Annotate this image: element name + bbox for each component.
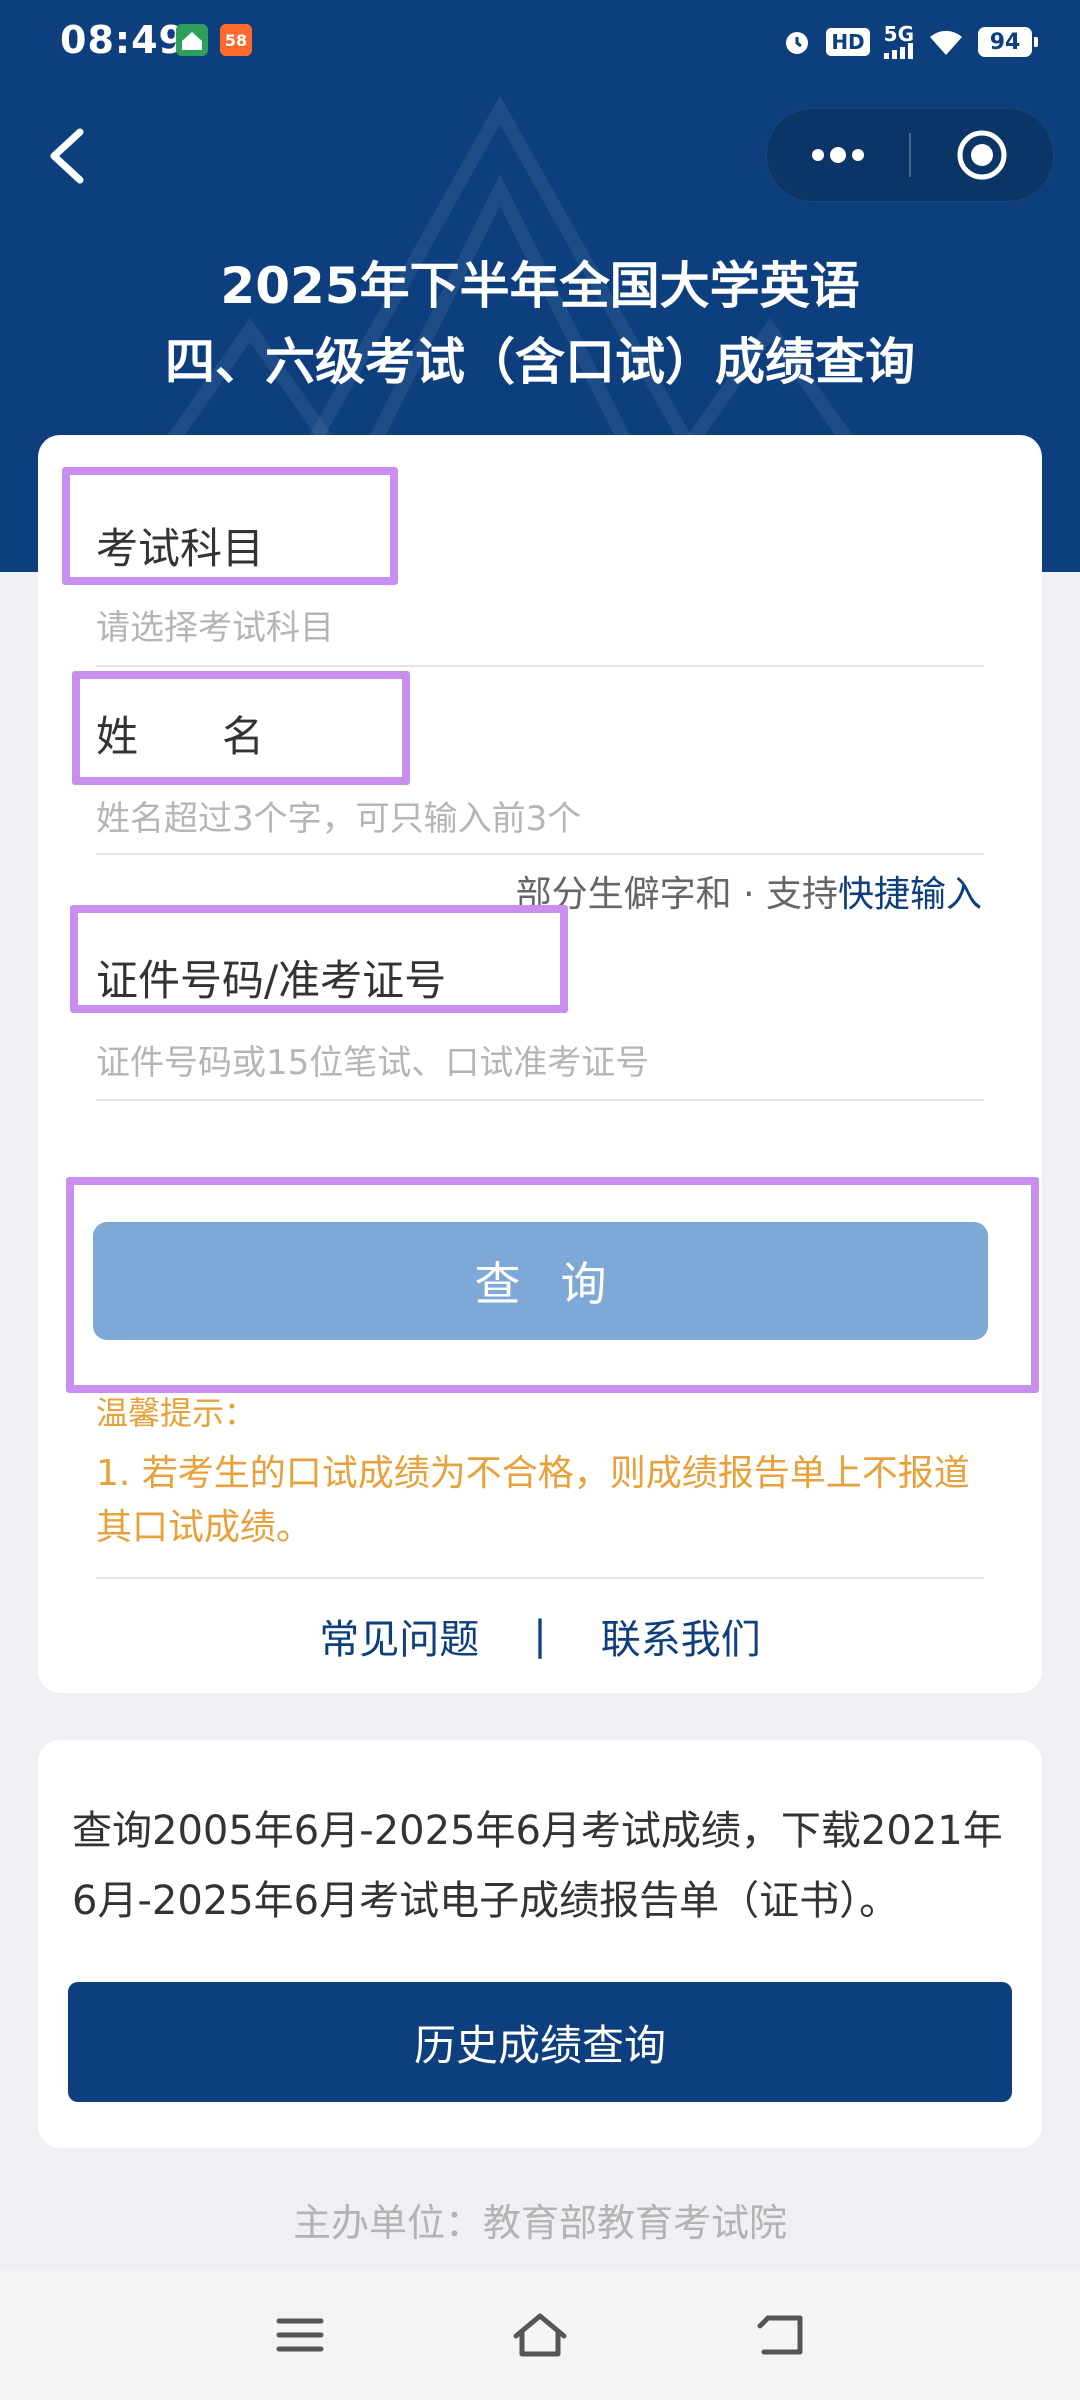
more-dots-icon <box>812 147 864 163</box>
status-time: 08:49 <box>60 18 186 62</box>
status-indicators: HD 5G 94 <box>782 22 1038 62</box>
faq-link[interactable]: 常见问题 <box>319 1607 479 1665</box>
tips-title: 温馨提示： <box>96 1394 257 1432</box>
return-icon <box>757 2315 803 2355</box>
app-badge-text: 58 <box>224 30 248 50</box>
subject-label: 考试科目 <box>96 524 265 573</box>
back-nav-button[interactable] <box>742 2300 822 2370</box>
id-label: 证件号码/准考证号 <box>96 956 447 1005</box>
id-input[interactable]: 证件号码或15位笔试、口试准考证号 <box>96 1035 649 1084</box>
rare-char-hint: 部分生僻字和 · 支持快捷输入 <box>516 865 982 917</box>
page-title: 2025年下半年全国大学英语 四、六级考试（含口试）成绩查询 <box>0 248 1080 400</box>
close-mini-program-button[interactable] <box>911 109 1053 201</box>
organizer-footer: 主办单位：教育部教育考试院 <box>292 2201 787 2245</box>
home-button[interactable] <box>500 2300 580 2370</box>
menu-icon <box>276 2318 324 2352</box>
history-card: 查询2005年6月-2025年6月考试成绩，下载2021年6月-2025年6月考… <box>38 1740 1042 2148</box>
back-button[interactable] <box>40 120 100 190</box>
home-icon <box>513 2313 567 2357</box>
links-separator: | <box>533 1613 547 1659</box>
query-button[interactable]: 查询 <box>93 1222 988 1340</box>
help-links: 常见问题 | 联系我们 <box>38 1607 1042 1665</box>
subject-divider <box>96 665 984 667</box>
network-type: 5G <box>883 22 914 46</box>
mini-program-capsule <box>766 108 1054 202</box>
status-app-icon-58: 58 <box>220 24 252 56</box>
query-form-card: 考试科目 请选择考试科目 姓 名 姓名超过3个字，可只输入前3个 部分生僻字和 … <box>38 435 1042 1693</box>
page-title-line2: 四、六级考试（含口试）成绩查询 <box>165 333 915 391</box>
quick-input-link[interactable]: 快捷输入 <box>838 874 982 915</box>
name-input[interactable]: 姓名超过3个字，可只输入前3个 <box>96 791 581 840</box>
system-nav-bar <box>0 2270 1080 2400</box>
status-bar: 08:49 58 HD 5G 94 <box>0 0 1080 80</box>
name-divider <box>96 853 984 855</box>
cellular-signal-icon: 5G <box>883 22 914 59</box>
id-divider <box>96 1099 984 1101</box>
battery-indicator: 94 <box>978 27 1038 57</box>
page-title-line1: 2025年下半年全国大学英语 <box>220 257 860 315</box>
recent-apps-button[interactable] <box>260 2300 340 2370</box>
hd-badge: HD <box>826 28 870 56</box>
tips-divider <box>96 1577 984 1579</box>
more-button[interactable] <box>767 109 909 201</box>
target-close-icon <box>957 130 1007 180</box>
chevron-left-icon <box>50 128 84 184</box>
tips-item-1: 1. 若考生的口试成绩为不合格，则成绩报告单上不报道其口试成绩。 <box>96 1453 970 1548</box>
wifi-icon <box>930 30 962 55</box>
subject-select[interactable]: 请选择考试科目 <box>96 600 334 649</box>
contact-link[interactable]: 联系我们 <box>601 1607 761 1665</box>
history-description: 查询2005年6月-2025年6月考试成绩，下载2021年6月-2025年6月考… <box>72 1808 1003 1924</box>
status-app-icon-home <box>176 24 208 56</box>
name-label: 姓 名 <box>96 712 265 761</box>
history-query-button[interactable]: 历史成绩查询 <box>68 1982 1012 2102</box>
alarm-icon <box>786 32 809 54</box>
